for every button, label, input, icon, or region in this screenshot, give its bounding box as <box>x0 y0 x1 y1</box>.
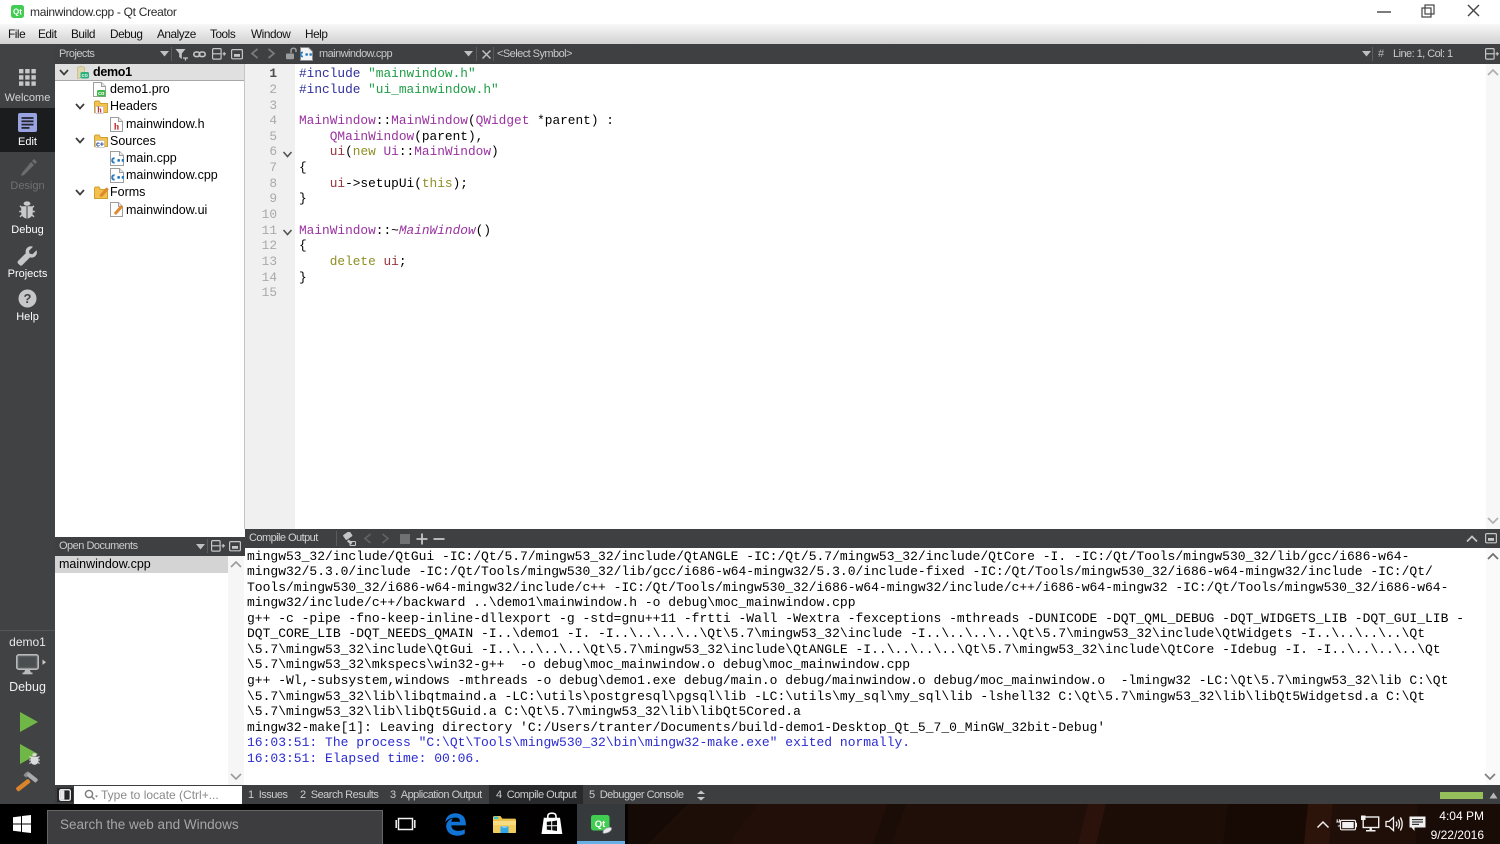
svg-text:c+: c+ <box>96 141 104 148</box>
svg-text:Qt: Qt <box>13 8 22 17</box>
svg-text:?: ? <box>24 291 32 306</box>
svg-text:co: co <box>81 73 88 79</box>
svg-text:Qt: Qt <box>595 819 606 830</box>
svg-text:co: co <box>98 91 105 97</box>
svg-text:h: h <box>114 123 120 133</box>
svg-text:h: h <box>97 106 102 114</box>
